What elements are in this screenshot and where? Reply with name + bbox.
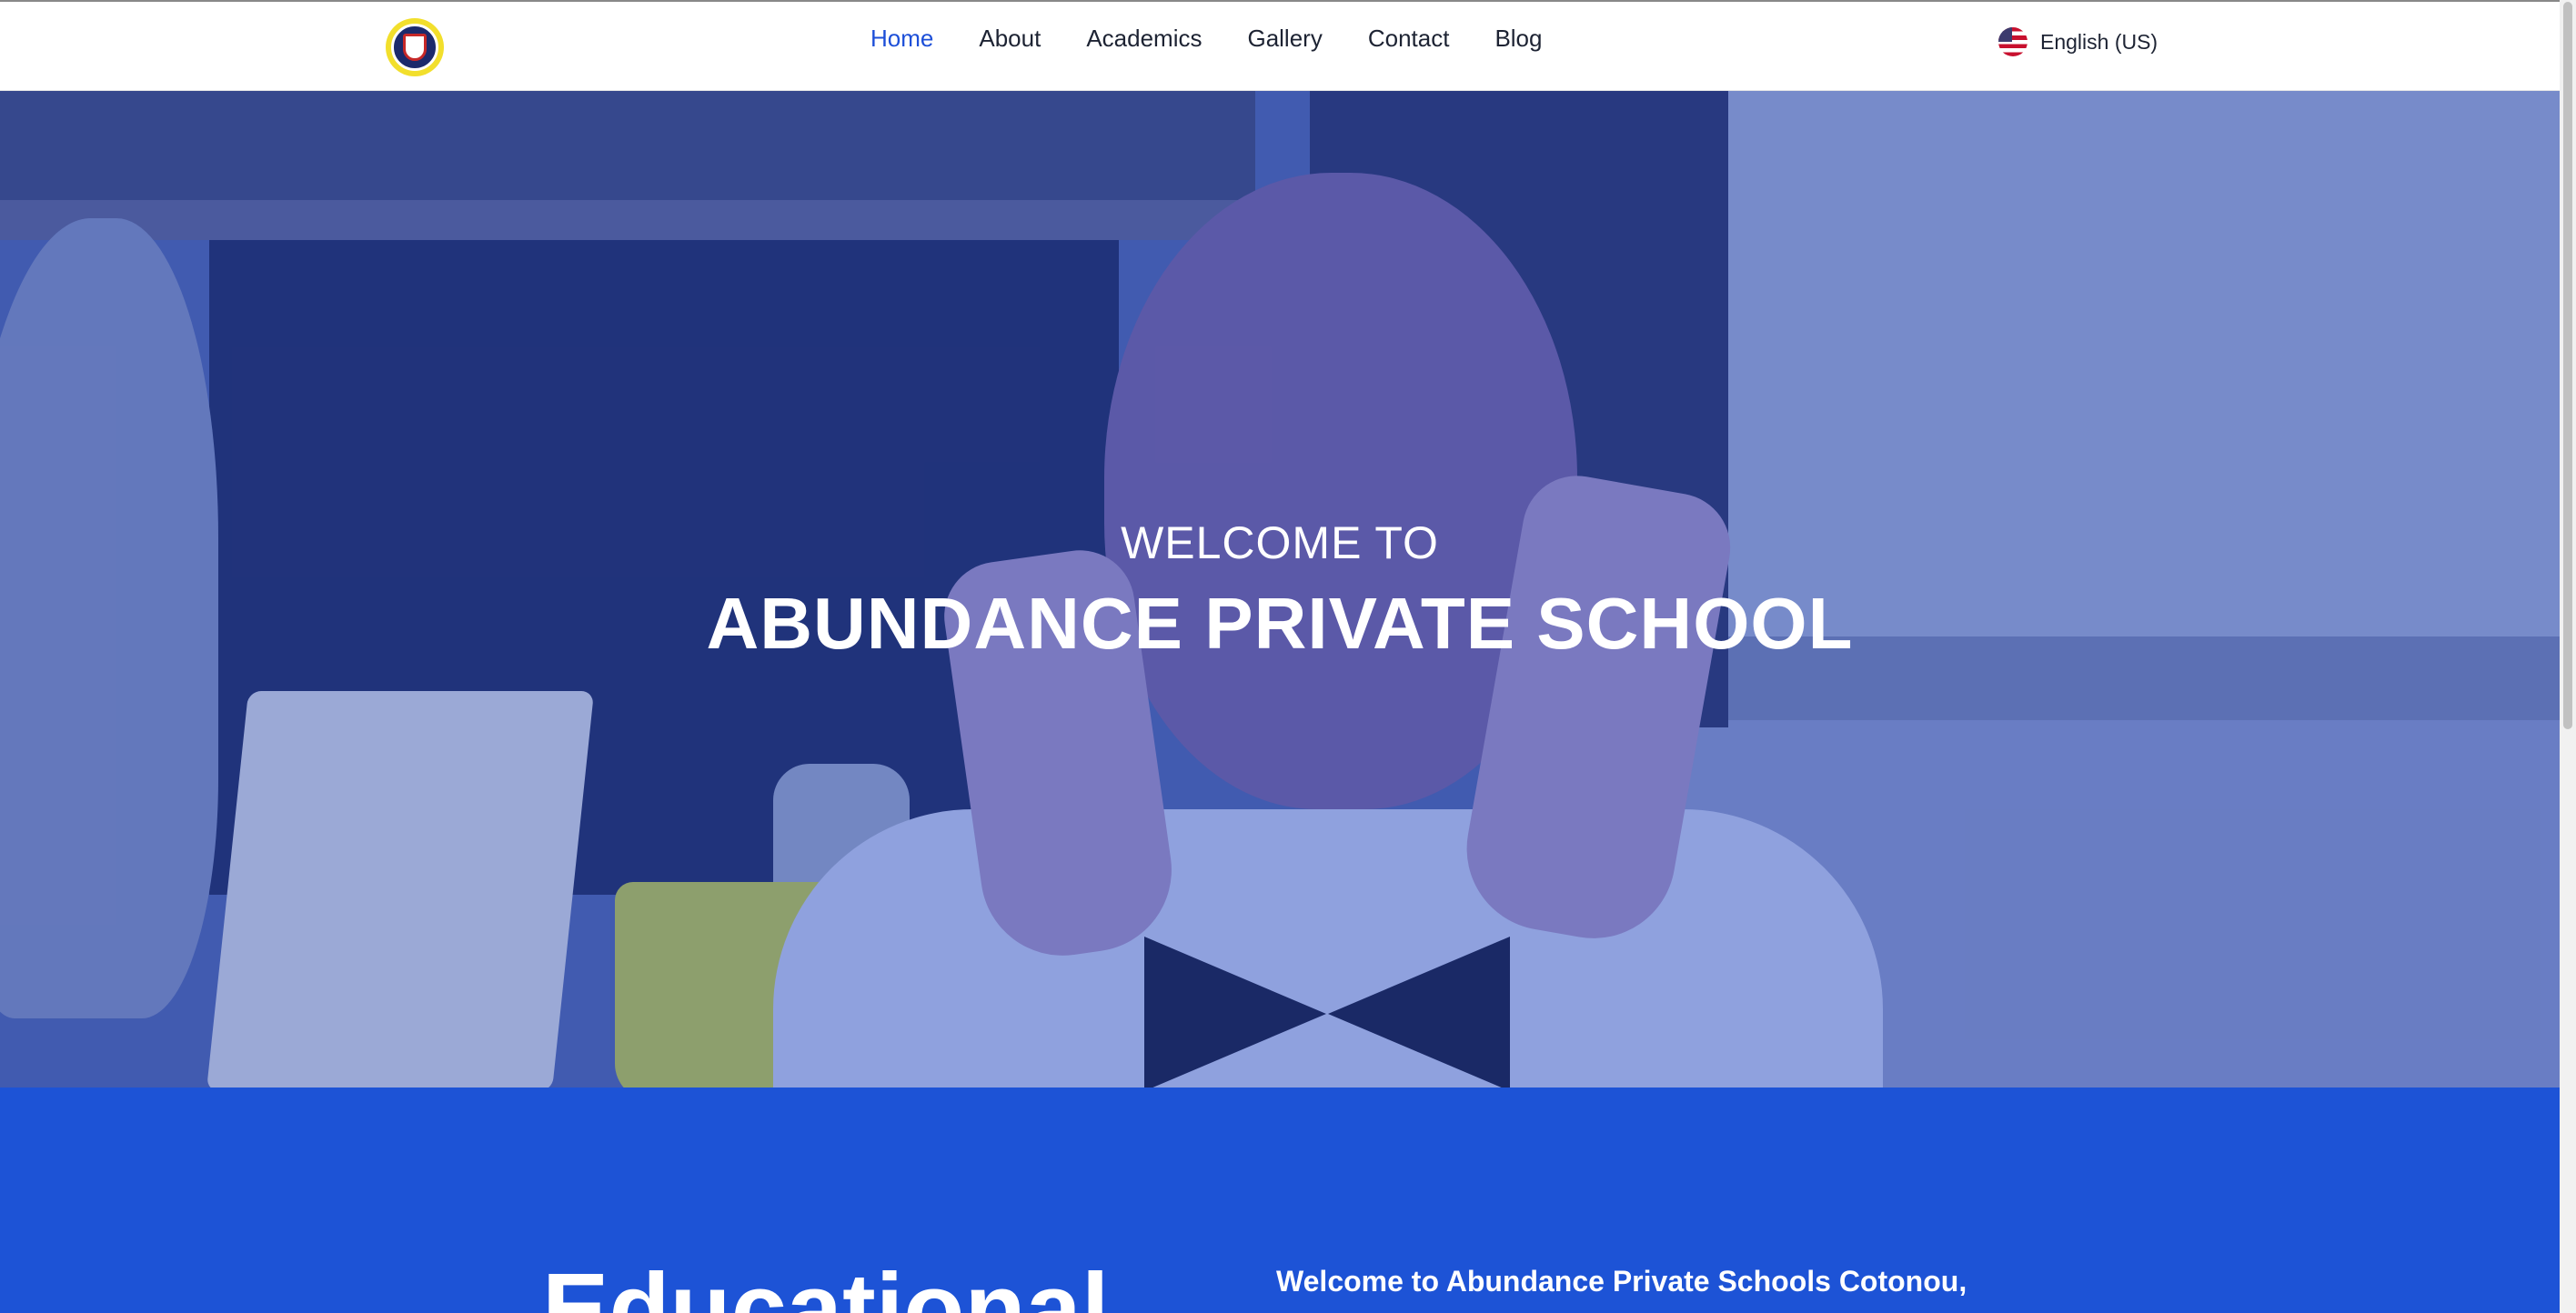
nav-gallery[interactable]: Gallery: [1247, 25, 1322, 53]
intro-paragraph: Welcome to Abundance Private Schools Cot…: [1276, 1265, 1967, 1298]
main-nav: Home About Academics Gallery Contact Blo…: [870, 2, 1587, 75]
hero-subtitle: WELCOME TO: [1121, 517, 1439, 568]
intro-section: Educational Welcome to Abundance Private…: [0, 1087, 2560, 1313]
scrollbar-thumb[interactable]: [2563, 2, 2572, 729]
language-label: English (US): [2040, 29, 2158, 54]
site-header: Home About Academics Gallery Contact Blo…: [0, 0, 2560, 91]
nav-blog[interactable]: Blog: [1494, 25, 1542, 53]
nav-about[interactable]: About: [979, 25, 1041, 53]
page: Home About Academics Gallery Contact Blo…: [0, 0, 2560, 1313]
page-scrollbar[interactable]: [2560, 0, 2576, 1313]
nav-contact[interactable]: Contact: [1368, 25, 1450, 53]
us-flag-icon: [1998, 27, 2028, 56]
school-crest-logo[interactable]: [386, 18, 444, 76]
intro-heading: Educational: [542, 1253, 1110, 1313]
nav-academics[interactable]: Academics: [1086, 25, 1202, 53]
nav-home[interactable]: Home: [870, 25, 933, 53]
hero-title: ABUNDANCE PRIVATE SCHOOL: [706, 583, 1854, 664]
hero-section: WELCOME TO ABUNDANCE PRIVATE SCHOOL: [0, 91, 2560, 1087]
crest-ring-icon: [391, 24, 438, 71]
shield-icon: [403, 34, 427, 61]
language-selector[interactable]: English (US): [1998, 27, 2158, 56]
